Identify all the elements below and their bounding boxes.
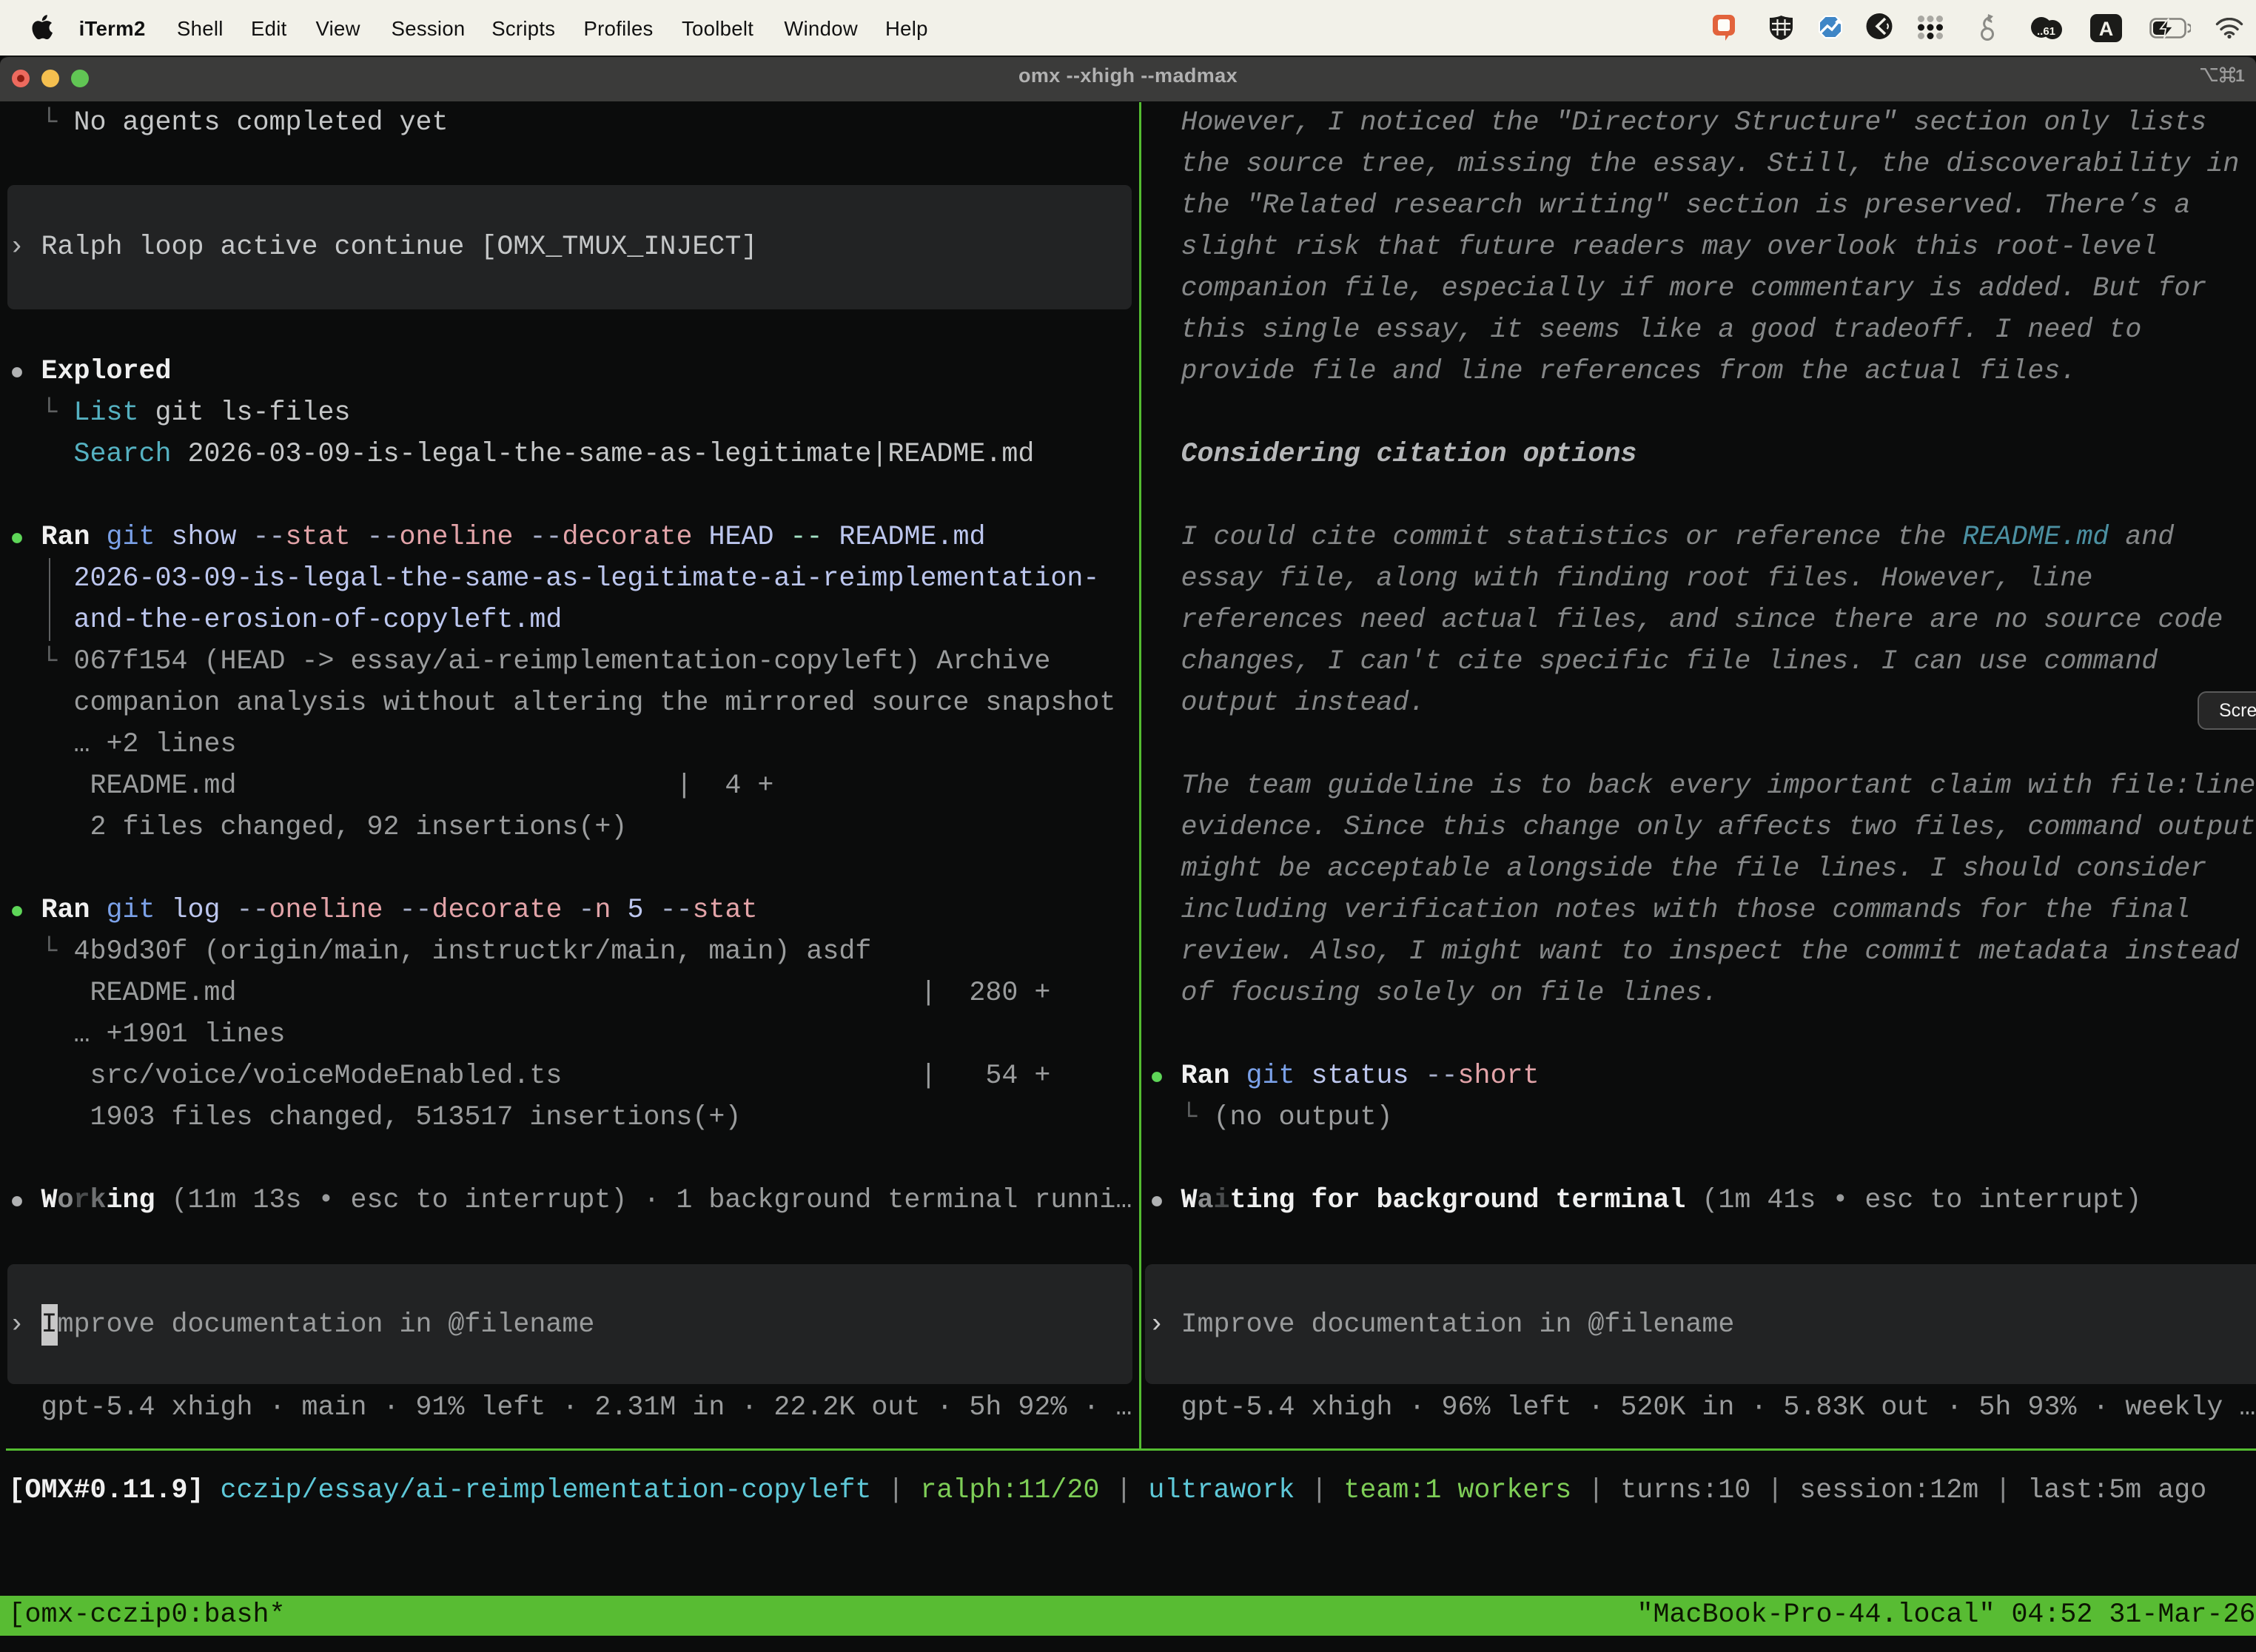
svg-text:..61: ..61 [2037, 25, 2055, 38]
svg-text:1: 1 [2235, 67, 2245, 83]
